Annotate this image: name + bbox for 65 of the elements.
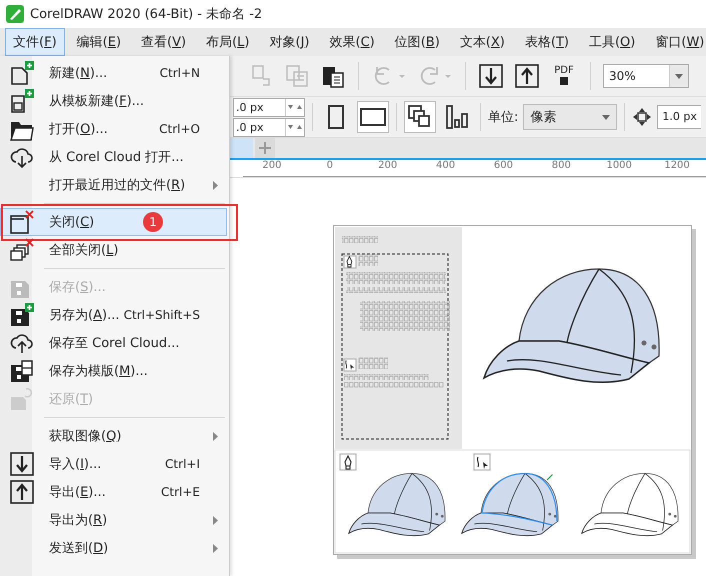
ruler-label: 0 xyxy=(300,160,359,177)
menu-item[interactable]: 发送到(D) xyxy=(0,534,227,562)
menu-bar-item[interactable]: 窗口(W) xyxy=(647,28,706,56)
caret-icon xyxy=(602,114,610,120)
spinner-arrows-icon xyxy=(288,104,302,110)
import-icon xyxy=(10,452,34,476)
menu-bar-item[interactable]: 位图(B) xyxy=(386,28,448,56)
menu-item[interactable]: 从 Corel Cloud 打开... xyxy=(0,143,227,171)
menu-bar-item[interactable]: 表格(T) xyxy=(516,28,577,56)
zoom-dropdown[interactable]: 30% xyxy=(603,64,689,88)
ruler-label: 1200 xyxy=(648,160,706,177)
menu-item[interactable]: 保存为模版(M)... xyxy=(0,357,227,385)
floppy-disk-icon xyxy=(10,303,34,327)
app-logo-icon xyxy=(6,5,24,23)
landscape-page-icon xyxy=(360,108,386,126)
pen-tool-icon xyxy=(340,454,356,470)
export-icon xyxy=(10,480,34,504)
menu-item[interactable]: 打开(O)... Ctrl+O xyxy=(0,115,227,143)
menu-bar-item[interactable]: 文件(F) xyxy=(5,28,65,56)
menu-bar-item[interactable]: 工具(O) xyxy=(580,28,644,56)
ruler-label: 200 xyxy=(243,160,301,177)
template-document-icon xyxy=(10,89,34,113)
landscape-button[interactable] xyxy=(357,101,389,133)
export-icon[interactable] xyxy=(514,63,540,89)
window-title: CorelDRAW 2020 (64-Bit) - 未命名 -2 xyxy=(30,6,262,23)
close-window-icon xyxy=(10,210,34,234)
shape-tool-icon xyxy=(474,454,490,470)
menu-item[interactable]: 打开最近用过的文件(R) xyxy=(0,171,227,199)
menu-bar-item[interactable]: 文本(X) xyxy=(452,28,513,56)
ruler-label: 200 xyxy=(358,160,417,177)
portrait-page-icon xyxy=(328,105,344,129)
nudge-field[interactable]: 1.0 px xyxy=(657,105,701,129)
units-label: 单位: xyxy=(488,109,518,126)
menu-item[interactable]: 从模板新建(F)... xyxy=(0,87,227,115)
menu-bar-item[interactable]: 编辑(E) xyxy=(68,28,130,56)
menu-bar-item[interactable]: 效果(C) xyxy=(321,28,383,56)
size-field[interactable]: .0 px xyxy=(233,98,305,116)
caret-icon xyxy=(675,74,683,78)
import-icon[interactable] xyxy=(478,63,504,89)
nudge-icon xyxy=(632,107,652,127)
ruler-label: 1000 xyxy=(590,160,648,177)
menu-bar-item[interactable]: 布局(L) xyxy=(198,28,258,56)
menu-bar-item[interactable]: 查看(V) xyxy=(133,28,194,56)
all-pages-button[interactable] xyxy=(404,101,436,133)
floppy-template-icon xyxy=(10,359,34,383)
menu-bar-item[interactable]: 对象(J) xyxy=(261,28,318,56)
spinner-arrows-icon xyxy=(288,124,302,130)
close-windows-icon xyxy=(10,238,34,262)
pdf-export-button[interactable]: PDF xyxy=(550,66,578,86)
ruler-label: 400 xyxy=(416,160,474,177)
menu-item[interactable]: 导出(E)... Ctrl+E xyxy=(0,478,227,506)
new-document-icon xyxy=(10,61,34,85)
menu-item[interactable]: 保存至 Corel Cloud... xyxy=(0,329,227,357)
ruler-label: 800 xyxy=(532,160,590,177)
size-field[interactable]: .0 px xyxy=(233,118,305,136)
units-dropdown[interactable]: 像素 xyxy=(523,104,618,130)
menu-item[interactable]: 导出为(R) xyxy=(0,506,227,534)
menu-item[interactable]: 获取图像(Q) xyxy=(0,422,227,450)
menu-item[interactable]: 全部关闭(L) xyxy=(0,236,227,264)
menu-item[interactable]: 另存为(A)... Ctrl+Shift+S xyxy=(0,301,227,329)
menu-item[interactable]: 新建(N)... Ctrl+N xyxy=(0,59,227,87)
ruler-label: 600 xyxy=(474,160,532,177)
menu-item[interactable]: 导入(I)... Ctrl+I xyxy=(0,450,227,478)
pdf-badge-icon xyxy=(559,76,569,86)
floppy-revert-icon xyxy=(10,387,34,411)
